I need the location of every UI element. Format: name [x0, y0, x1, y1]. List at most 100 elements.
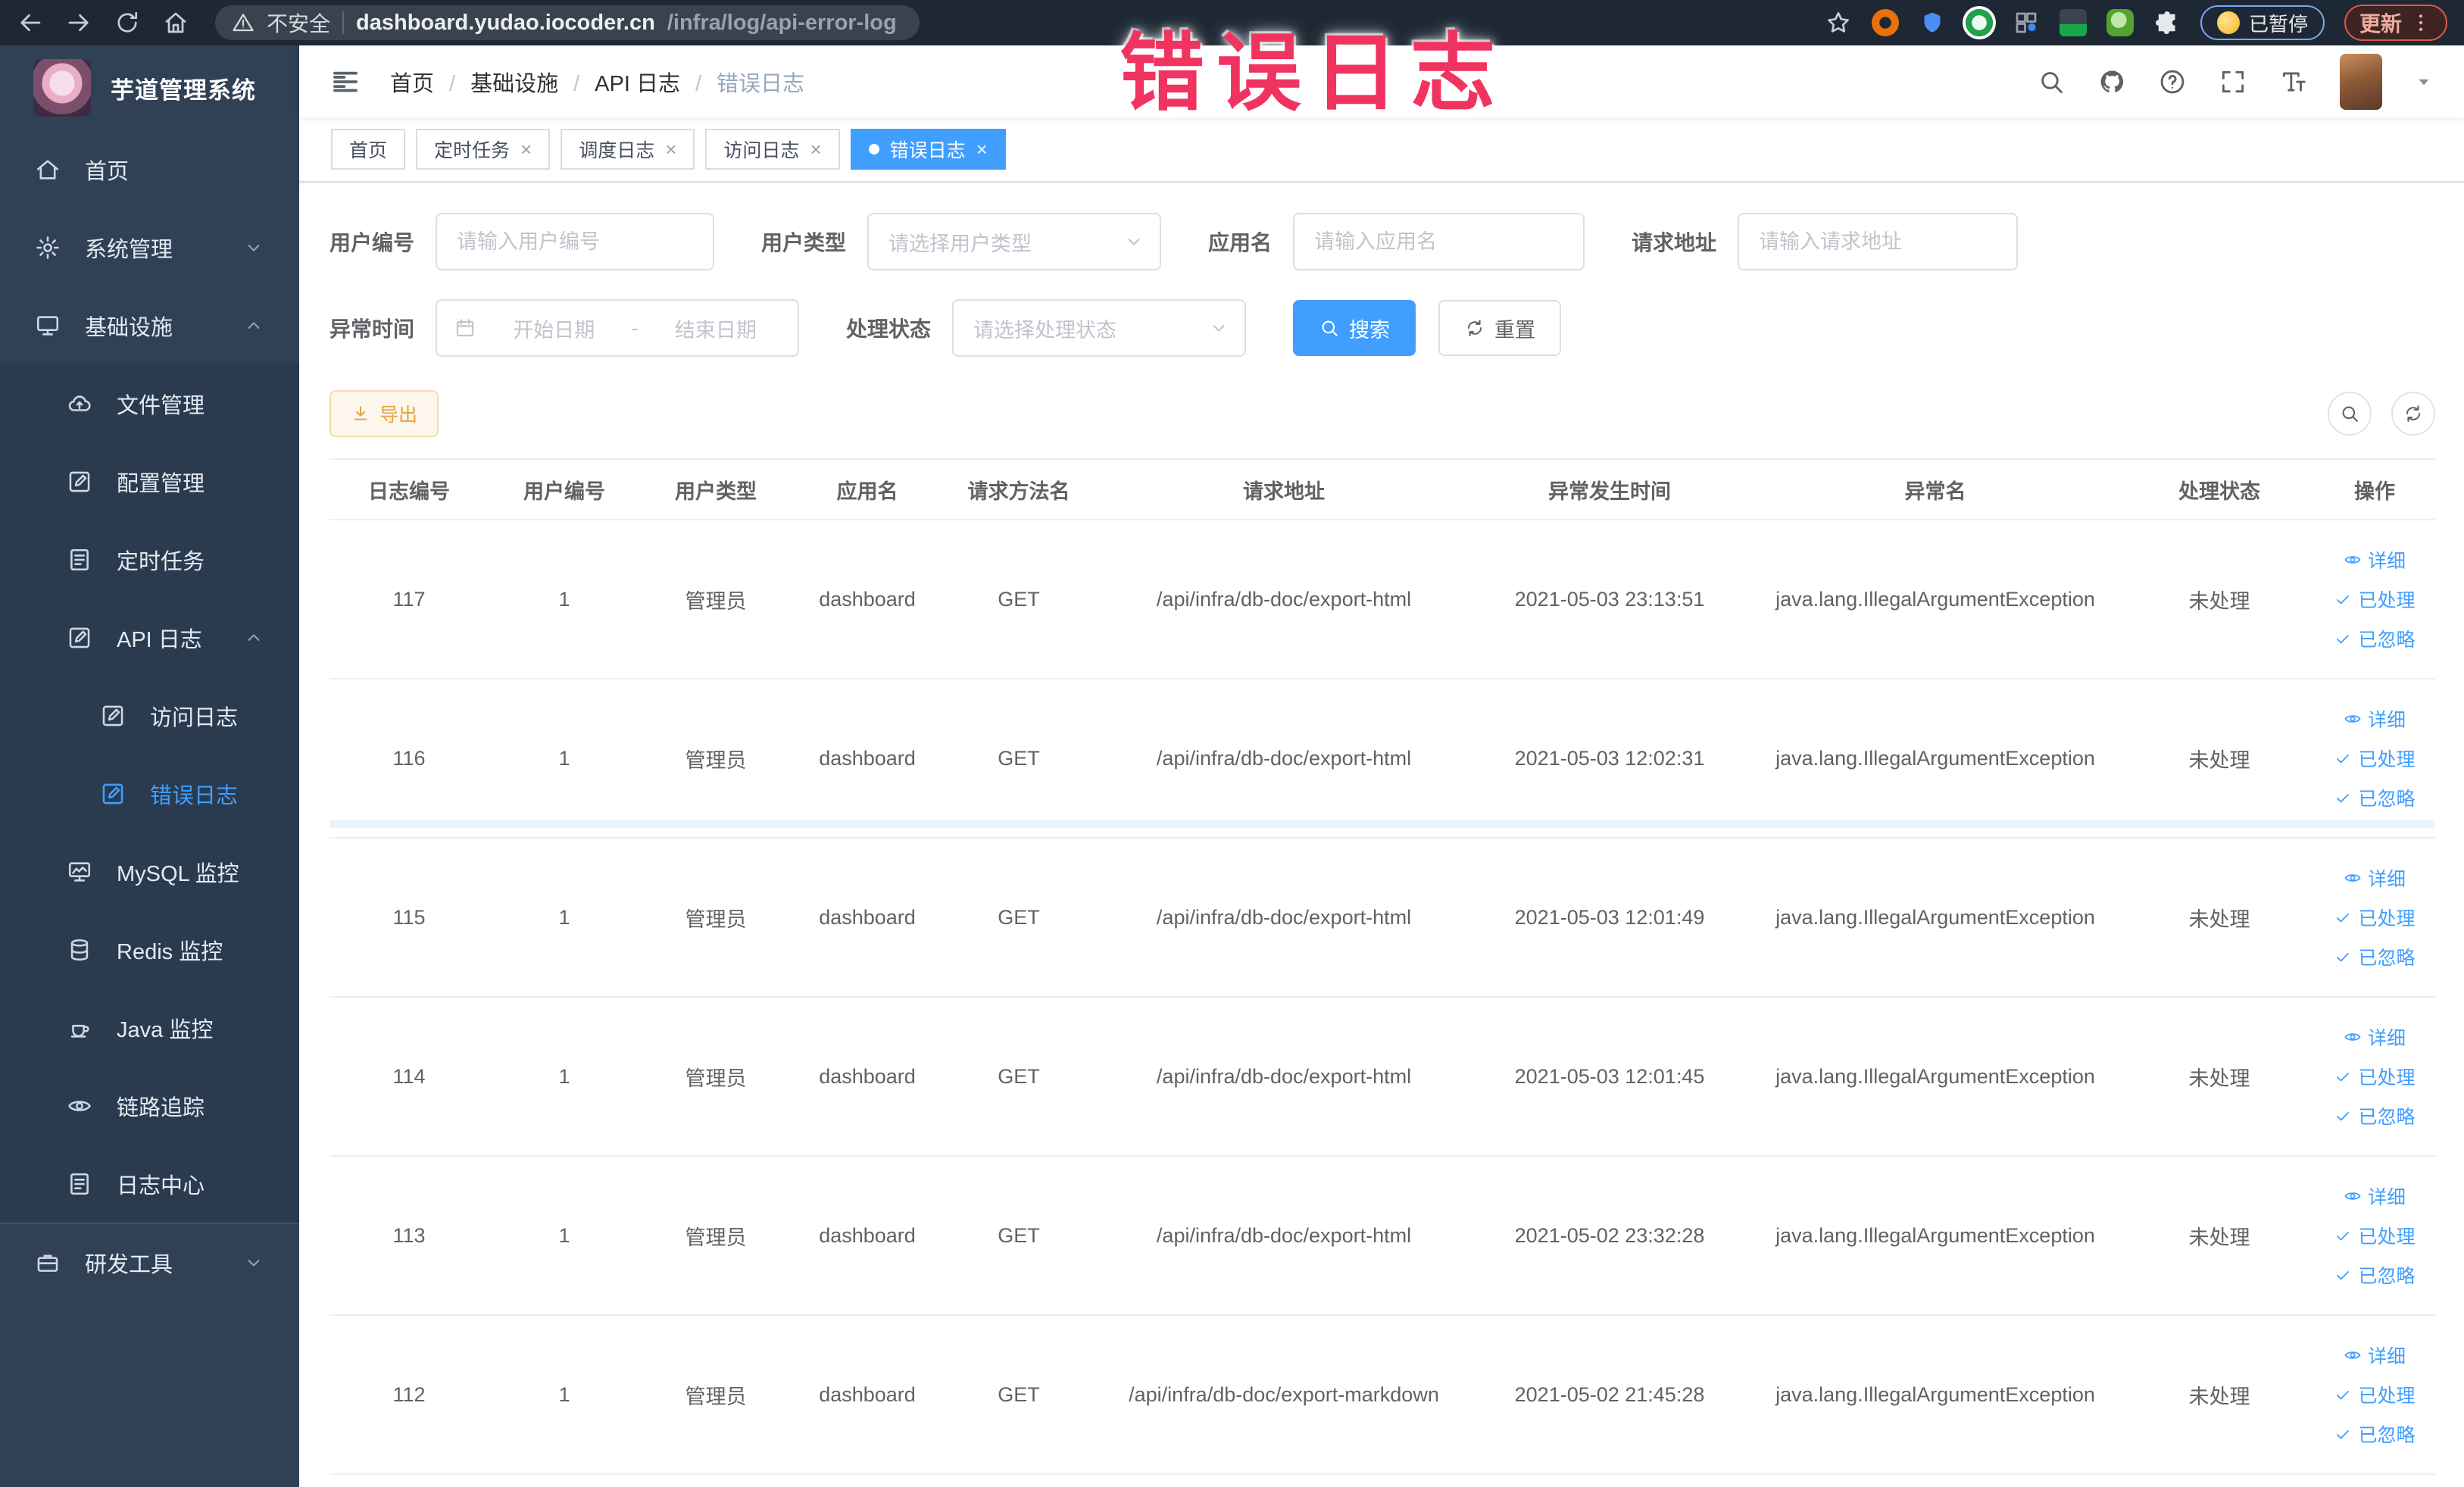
detail-link[interactable]: 详细	[2344, 864, 2406, 892]
search-icon[interactable]	[2037, 67, 2066, 96]
profile-paused-badge[interactable]: 已暂停	[2200, 5, 2325, 40]
more-vertical-icon[interactable]	[2409, 11, 2432, 34]
sidebar-item-系统管理[interactable]: 系统管理	[0, 208, 299, 286]
bookmark-star-icon[interactable]	[1825, 9, 1852, 36]
sidebar-item-研发工具[interactable]: 研发工具	[0, 1223, 299, 1301]
sidebar-item-Redis-监控[interactable]: Redis 监控	[0, 911, 299, 989]
tab-label: 调度日志	[579, 140, 655, 161]
ignored-link[interactable]: 已忽略	[2334, 1102, 2416, 1129]
ignored-link[interactable]: 已忽略	[2334, 1261, 2416, 1289]
sidebar-item-访问日志[interactable]: 访问日志	[0, 676, 299, 754]
app-logo-row[interactable]: 芋道管理系统	[0, 45, 299, 130]
action-label: 详细	[2367, 1028, 2406, 1049]
date-range-picker[interactable]: 开始日期 - 结束日期	[436, 299, 800, 357]
browser-reload-icon[interactable]	[114, 9, 141, 36]
help-icon[interactable]	[2158, 67, 2187, 96]
cell-url: /api/infra/db-doc/export-html	[1156, 1223, 1412, 1247]
chart-monitor-icon	[67, 859, 92, 885]
sidebar-item-MySQL-监控[interactable]: MySQL 监控	[0, 833, 299, 911]
sidebar-item-label: 日志中心	[117, 1173, 205, 1198]
tab-调度日志[interactable]: 调度日志 ×	[561, 129, 695, 170]
export-button[interactable]: 导出	[329, 390, 439, 437]
cell-status: 未处理	[2188, 1226, 2250, 1249]
sidebar-item-错误日志[interactable]: 错误日志	[0, 754, 299, 833]
sidebar-item-文件管理[interactable]: 文件管理	[0, 364, 299, 442]
browser-home-icon[interactable]	[162, 9, 189, 36]
browser-forward-icon[interactable]	[65, 9, 92, 36]
sidebar-item-链路追踪[interactable]: 链路追踪	[0, 1067, 299, 1145]
user-avatar[interactable]	[2340, 53, 2382, 110]
user-id-input[interactable]	[436, 213, 715, 270]
github-icon[interactable]	[2097, 67, 2126, 96]
font-size-icon[interactable]	[2279, 67, 2308, 96]
ignored-link[interactable]: 已忽略	[2334, 625, 2416, 652]
gear-icon	[35, 235, 61, 261]
extensions-puzzle-icon[interactable]	[2153, 9, 2181, 36]
processed-link[interactable]: 已处理	[2334, 1063, 2416, 1090]
reset-button[interactable]: 重置	[1438, 300, 1562, 356]
cell-user_type: 管理员	[685, 1226, 747, 1249]
address-bar[interactable]: 不安全 dashboard.yudao.iocoder.cn/infra/log…	[215, 5, 920, 40]
processed-link[interactable]: 已处理	[2334, 1381, 2416, 1408]
process-status-select[interactable]: 请选择处理状态	[952, 299, 1247, 357]
sidebar-item-定时任务[interactable]: 定时任务	[0, 520, 299, 598]
ignored-link[interactable]: 已忽略	[2334, 1420, 2416, 1448]
app-name-input[interactable]	[1293, 213, 1585, 270]
close-icon[interactable]: ×	[976, 139, 988, 159]
detail-link[interactable]: 详细	[2344, 546, 2406, 573]
close-icon[interactable]: ×	[665, 139, 676, 159]
request-url-input[interactable]	[1738, 213, 2019, 270]
processed-link[interactable]: 已处理	[2334, 904, 2416, 931]
edit-icon	[100, 781, 126, 807]
cell-user_id: 1	[558, 1223, 570, 1247]
tab-错误日志[interactable]: 错误日志 ×	[850, 129, 1006, 170]
monitor-icon	[35, 313, 61, 339]
close-icon[interactable]: ×	[810, 139, 821, 159]
breadcrumb-item[interactable]: API 日志	[558, 66, 680, 98]
tab-定时任务[interactable]: 定时任务 ×	[416, 129, 551, 170]
breadcrumb-item[interactable]: 基础设施	[434, 66, 558, 98]
detail-link[interactable]: 详细	[2344, 1182, 2406, 1210]
check-icon	[2334, 1385, 2352, 1404]
detail-link[interactable]: 详细	[2344, 1023, 2406, 1051]
search-button[interactable]: 搜索	[1293, 300, 1416, 356]
date-start-placeholder[interactable]: 开始日期	[489, 314, 620, 343]
close-icon[interactable]: ×	[520, 139, 532, 159]
sidebar-item-配置管理[interactable]: 配置管理	[0, 442, 299, 520]
extension-sprout-icon[interactable]	[2106, 9, 2134, 36]
sidebar-item-日志中心[interactable]: 日志中心	[0, 1145, 299, 1223]
browser-update-button[interactable]: 更新	[2344, 5, 2447, 41]
tab-首页[interactable]: 首页	[331, 129, 406, 170]
processed-link[interactable]: 已处理	[2334, 1222, 2416, 1249]
detail-link[interactable]: 详细	[2344, 705, 2406, 733]
show-search-toggle-button[interactable]	[2328, 392, 2372, 436]
detail-link[interactable]: 详细	[2344, 1342, 2406, 1369]
processed-link[interactable]: 已处理	[2334, 586, 2416, 613]
extension-shield-icon[interactable]	[1919, 9, 1946, 36]
sidebar-item-Java-监控[interactable]: Java 监控	[0, 989, 299, 1067]
extension-on-badge-icon[interactable]	[2059, 9, 2087, 36]
fullscreen-icon[interactable]	[2219, 67, 2247, 96]
refresh-table-button[interactable]	[2391, 392, 2435, 436]
extension-green-circle-icon[interactable]	[1965, 9, 1993, 36]
breadcrumb-item[interactable]: 首页	[390, 66, 434, 98]
sidebar-item-label: 首页	[85, 159, 130, 184]
browser-back-icon[interactable]	[17, 9, 44, 36]
extension-orange-icon[interactable]	[1871, 9, 1899, 36]
sidebar-item-首页[interactable]: 首页	[0, 130, 299, 208]
processed-link[interactable]: 已处理	[2334, 745, 2416, 772]
sidebar-item-API-日志[interactable]: API 日志	[0, 598, 299, 676]
user-menu-caret-icon[interactable]	[2414, 72, 2434, 92]
tags-view-bar: 首页 定时任务 × 调度日志 × 访问日志 × 错误日志 ×	[299, 117, 2464, 183]
user-type-select[interactable]: 请选择用户类型	[867, 213, 1162, 270]
extension-grid-icon[interactable]	[2013, 9, 2040, 36]
tab-访问日志[interactable]: 访问日志 ×	[705, 129, 840, 170]
ignored-link[interactable]: 已忽略	[2334, 943, 2416, 970]
collapse-sidebar-icon[interactable]	[329, 66, 361, 98]
cell-url: /api/infra/db-doc/export-html	[1156, 587, 1412, 611]
sidebar-item-基础设施[interactable]: 基础设施	[0, 286, 299, 364]
date-end-placeholder[interactable]: 结束日期	[651, 314, 782, 343]
column-header: 用户编号	[523, 480, 605, 503]
ignored-link[interactable]: 已忽略	[2334, 784, 2416, 811]
filter-app-name: 应用名	[1208, 213, 1585, 270]
